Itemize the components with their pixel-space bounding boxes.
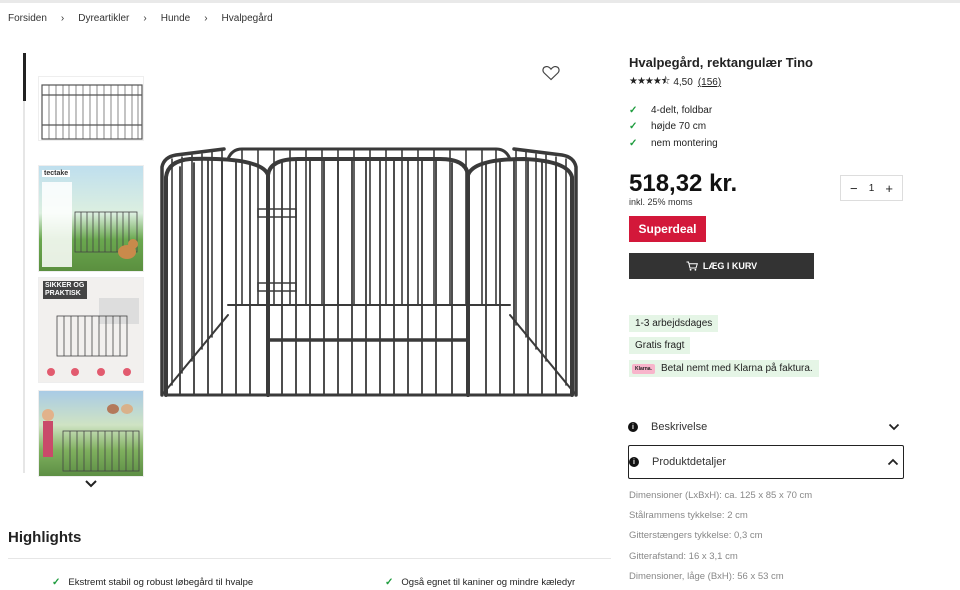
spec-item: Dimensioner, låge (BxH): 56 x 53 cm xyxy=(629,570,784,582)
product-price: 518,32 kr. xyxy=(629,170,738,197)
thumbnail-1[interactable] xyxy=(38,76,144,141)
wishlist-button[interactable] xyxy=(542,65,560,81)
spec-item: Stålrammens tykkelse: 2 cm xyxy=(629,510,748,522)
decrease-quantity-button[interactable]: − xyxy=(850,181,858,196)
vat-note: inkl. 25% moms xyxy=(629,197,693,207)
breadcrumb-separator: › xyxy=(204,13,208,24)
thumbnails-next-button[interactable] xyxy=(84,477,98,489)
product-title: Hvalpegård, rektangulær Tino xyxy=(629,55,813,70)
add-to-cart-label: LÆG I KURV xyxy=(702,261,758,271)
check-icon: ✓ xyxy=(385,577,394,588)
chevron-up-icon xyxy=(887,458,899,466)
product-features: ✓ 4-delt, foldbar ✓ højde 70 cm ✓ nem monte… xyxy=(629,102,718,152)
cart-icon xyxy=(686,261,698,271)
thumbnail-scroll-indicator[interactable] xyxy=(23,53,26,101)
info-icon: i xyxy=(629,457,639,467)
breadcrumb-forsiden[interactable]: Forsiden xyxy=(8,13,47,24)
description-label: Beskrivelse xyxy=(651,421,708,433)
delivery-time-badge: 1-3 arbejdsdages xyxy=(629,315,719,332)
chevron-down-icon xyxy=(888,423,900,431)
product-specs: Dimensioner (LxBxH): ca. 125 x 85 x 70 c… xyxy=(629,489,812,590)
description-accordion[interactable]: i Beskrivelse xyxy=(628,410,904,444)
info-icon: i xyxy=(628,422,638,432)
thumbnail-2[interactable]: tectake xyxy=(38,165,144,272)
product-details-label: Produktdetaljer xyxy=(652,456,726,468)
feature-item: ✓ højde 70 cm xyxy=(629,121,707,133)
breadcrumb-separator: › xyxy=(143,13,147,24)
playpen-feature-icon xyxy=(47,298,139,376)
feature-item: ✓ 4-delt, foldbar xyxy=(629,104,713,116)
thumbnail-3[interactable]: SIKKER OG PRAKTISK xyxy=(38,277,144,383)
breadcrumb-hunde[interactable]: Hunde xyxy=(161,13,190,24)
breadcrumb-dyreartikler[interactable]: Dyreartikler xyxy=(78,13,129,24)
spec-item: Gitterafstand: 16 x 3,1 cm xyxy=(629,550,738,562)
breadcrumb-separator: › xyxy=(60,13,65,24)
breadcrumb: Forsiden › Dyreartikler › Hunde › Hvalpe… xyxy=(8,13,273,24)
superdeal-badge: Superdeal xyxy=(629,216,706,242)
playpen-main-icon xyxy=(160,147,578,397)
feature-item: ✓ nem montering xyxy=(629,137,718,149)
check-icon: ✓ xyxy=(629,121,638,133)
check-icon: ✓ xyxy=(629,104,638,116)
playpen-lifestyle-icon xyxy=(74,211,138,259)
rating-value: 4,50 xyxy=(673,77,693,88)
quantity-stepper: − 1 + xyxy=(840,175,903,201)
highlight-item: ✓ Også egnet til kaniner og mindre kæled… xyxy=(385,577,576,588)
quantity-value[interactable]: 1 xyxy=(869,183,875,194)
spec-item: Dimensioner (LxBxH): ca. 125 x 85 x 70 c… xyxy=(629,490,813,501)
check-icon: ✓ xyxy=(52,577,61,588)
highlights-title: Highlights xyxy=(8,529,82,546)
highlights-divider xyxy=(8,558,611,559)
product-details-accordion[interactable]: i Produktdetaljer xyxy=(628,445,904,479)
main-product-image[interactable] xyxy=(158,145,580,401)
free-shipping-badge: Gratis fragt xyxy=(629,337,691,354)
thumbnail-scroll-track[interactable] xyxy=(23,53,25,473)
top-divider xyxy=(0,0,960,3)
review-count-link[interactable]: (156) xyxy=(698,77,721,88)
klarna-badge: Klarna. Betal nemt med Klarna på faktura… xyxy=(629,360,819,377)
rating-stars-icon: ★★★★⯪ xyxy=(629,76,670,87)
check-icon: ✓ xyxy=(629,137,638,149)
heart-icon xyxy=(542,65,560,81)
playpen-garden-icon xyxy=(42,404,140,472)
klarna-text: Betal nemt med Klarna på faktura. xyxy=(660,363,813,374)
increase-quantity-button[interactable]: + xyxy=(885,181,893,196)
thumbnail-4[interactable] xyxy=(38,390,144,477)
breadcrumb-hvalpegaard[interactable]: Hvalpegård xyxy=(222,13,273,24)
playpen-photo-icon xyxy=(41,84,143,140)
chevron-down-icon xyxy=(85,480,97,488)
product-rating: ★★★★⯪ 4,50 (156) xyxy=(629,74,721,91)
spec-item: Gitterstængers tykkelse: 0,3 cm xyxy=(629,530,763,542)
highlight-item: ✓ Ekstremt stabil og robust løbegård til… xyxy=(52,577,254,588)
add-to-cart-button[interactable]: LÆG I KURV xyxy=(629,253,814,279)
klarna-logo: Klarna. xyxy=(632,363,655,374)
